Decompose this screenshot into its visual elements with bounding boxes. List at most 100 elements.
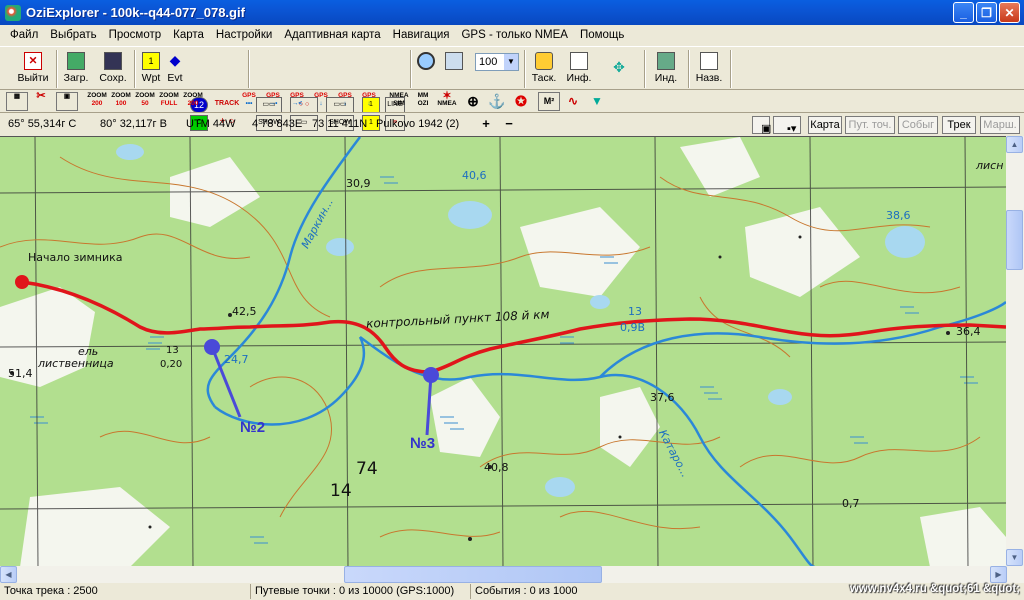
vertical-scroll-thumb[interactable]	[1006, 210, 1023, 270]
signal-button[interactable]: ▼	[586, 92, 608, 111]
zoom-200b-button[interactable]: ZOOM 200	[182, 92, 204, 111]
index-map-icon	[657, 52, 675, 70]
map-label-09b: 0,9B	[620, 321, 646, 334]
nmea-button[interactable]: ✶ NMEA	[436, 91, 458, 111]
status-events: События : 0 из 1000	[470, 584, 630, 599]
wp3-marker[interactable]	[423, 367, 439, 383]
scroll-up-button[interactable]: ▲	[1006, 136, 1023, 153]
zoom-50-l2: 50	[141, 100, 149, 107]
gps-6-l1: GPS	[362, 92, 376, 99]
gps-1-l1: GPS	[242, 92, 256, 99]
evt-button[interactable]: ◆ Evt	[164, 50, 186, 88]
wpt-button[interactable]: 1 Wpt	[139, 50, 163, 88]
anchor-button[interactable]: ⚓	[486, 92, 508, 111]
zoom-full-l2: FULL	[160, 100, 178, 107]
screen-icon: ▣	[63, 93, 71, 100]
lock-icon	[535, 52, 553, 70]
exit-button[interactable]: ✕ Выйти	[14, 50, 52, 88]
map-label-h406: 40,6	[462, 169, 487, 182]
zoom-100-l2: 100	[115, 100, 127, 107]
scroll-right-button[interactable]: ▶	[990, 566, 1007, 583]
screenshot-button[interactable]: ▣	[752, 116, 772, 135]
tab-routes[interactable]: Марш.	[980, 116, 1020, 134]
info-label: Инф.	[566, 72, 592, 84]
exit-icon: ✕	[24, 52, 42, 70]
zoom-200b-l2: 200	[187, 100, 199, 107]
tab-waypoints[interactable]: Пут. точ.	[845, 116, 895, 134]
menu-map[interactable]: Карта	[167, 29, 210, 41]
datum-readout: Pulkovo 1942 (2)	[376, 118, 460, 130]
menu-adaptive-map[interactable]: Адаптивная карта	[278, 29, 386, 41]
gps-btn-4[interactable]: GPS ↓	[310, 92, 332, 111]
menu-file[interactable]: Файл	[4, 29, 44, 41]
load-button[interactable]: Загр.	[60, 50, 92, 88]
map-label-larch: лиственница	[38, 357, 114, 370]
menu-gps-nmea[interactable]: GPS - только NMEA	[455, 29, 573, 41]
info-button[interactable]: Инф.	[564, 50, 594, 88]
chevron-right-icon: ▶	[995, 570, 1002, 579]
map-canvas[interactable]: Начало зимника контрольный пункт 108 й к…	[0, 136, 1006, 566]
lifebuoy-button[interactable]: ✪	[510, 92, 532, 111]
gps-btn-2[interactable]: GPS →•	[262, 92, 284, 111]
zoom-200-button[interactable]: ZOOM 200	[86, 92, 108, 111]
cut-tool-button[interactable]: ✂	[30, 90, 52, 111]
nmea-label: NMEA	[437, 100, 457, 107]
index-button[interactable]: Инд.	[650, 50, 682, 88]
map-label-h364: 36,4	[956, 325, 981, 338]
map-label-h247: 24,7	[224, 353, 249, 366]
save-view-button[interactable]: ▪▾	[773, 116, 801, 135]
zoom-select[interactable]: 100 ▼	[475, 53, 519, 71]
menu-navigation[interactable]: Навигация	[387, 29, 456, 41]
name-button[interactable]: Назв.	[692, 50, 726, 88]
screen-tool-button[interactable]: ▣	[56, 92, 78, 111]
lifebuoy-icon: ✪	[515, 93, 527, 109]
crosshair-button[interactable]: ⊕	[462, 92, 484, 111]
zoom-window-button[interactable]	[442, 50, 466, 88]
gps-btn-5[interactable]: GPS ↓	[334, 92, 356, 111]
menu-view[interactable]: Просмотр	[103, 29, 168, 41]
gps-btn-3[interactable]: GPS →<	[286, 92, 308, 111]
vertical-scrollbar[interactable]: ▲ ▼	[1006, 136, 1024, 566]
gps-3-l1: GPS	[290, 92, 304, 99]
magnify-button[interactable]	[414, 50, 438, 88]
camera-icon: ▣	[761, 123, 772, 135]
menu-help[interactable]: Помощь	[574, 29, 630, 41]
pan-arrows-button[interactable]: ✥	[598, 50, 640, 88]
mm-ozi-button[interactable]: MM OZI	[412, 92, 434, 111]
task-button[interactable]: Таск.	[528, 50, 560, 88]
maximize-button[interactable]: ❐	[976, 2, 997, 23]
tab-track[interactable]: Трек	[942, 116, 976, 134]
zoom-100-button[interactable]: ZOOM 100	[110, 92, 132, 111]
gps-5-l2: ↓	[343, 100, 347, 107]
zoom-50-button[interactable]: ZOOM 50	[134, 92, 156, 111]
start-waypoint-marker[interactable]	[15, 275, 29, 289]
ozi-window: OziExplorer - 100k--q44-077_078.gif _ ❐ …	[0, 0, 1024, 600]
menu-select[interactable]: Выбрать	[44, 29, 102, 41]
horizontal-scroll-thumb[interactable]	[344, 566, 602, 583]
menu-bar: Файл Выбрать Просмотр Карта Настройки Ад…	[0, 25, 1024, 45]
chevron-down-icon: ▼	[1010, 553, 1019, 562]
gps-btn-1[interactable]: GPS •••	[238, 92, 260, 111]
minimize-button[interactable]: _	[953, 2, 974, 23]
profile-chart-button[interactable]: ∿	[562, 92, 584, 111]
wp2-marker[interactable]	[204, 339, 220, 355]
gps-5-l1: GPS	[338, 92, 352, 99]
tab-map[interactable]: Карта	[808, 116, 842, 134]
nmea-sim-button[interactable]: NMEA SIM	[388, 92, 410, 111]
save-button[interactable]: Сохр.	[96, 50, 130, 88]
area-m2-button[interactable]: M²	[538, 92, 560, 111]
grid-tool-button[interactable]: ▦	[6, 92, 28, 111]
gps-btn-6[interactable]: GPS ↓	[358, 92, 380, 111]
gps-4-l2: ↓	[319, 100, 323, 107]
horizontal-scrollbar[interactable]: ◀ ▶	[0, 566, 1024, 583]
easting-readout: 4 78 843E	[252, 118, 303, 130]
menu-settings[interactable]: Настройки	[210, 29, 278, 41]
scroll-left-button[interactable]: ◀	[0, 566, 17, 583]
utm-zone: UTM 44W	[186, 118, 236, 130]
cursor-cut-icon: ✂	[36, 90, 46, 102]
close-button[interactable]: ✕	[999, 2, 1020, 23]
zoom-full-button[interactable]: ZOOM FULL	[158, 92, 180, 111]
gps-4-l1: GPS	[314, 92, 328, 99]
scroll-down-button[interactable]: ▼	[1006, 549, 1023, 566]
tab-events[interactable]: Собыг	[898, 116, 938, 134]
